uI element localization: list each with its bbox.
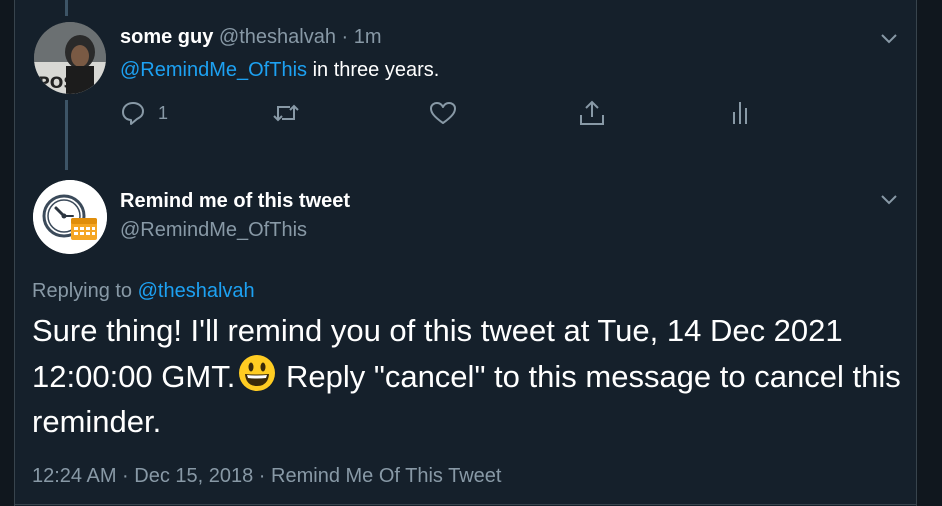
divider — [15, 504, 916, 505]
tweet1-mention[interactable]: @RemindMe_OfThis — [120, 59, 307, 81]
tweet1-time[interactable]: 1m — [354, 26, 382, 48]
tweet2-handle[interactable]: @RemindMe_OfThis — [120, 219, 307, 242]
reply-count: 1 — [158, 102, 169, 123]
tweet1-handle[interactable]: @theshalvah — [219, 26, 336, 48]
timeline-column: POS some guy @theshalvah · 1m @RemindMe_… — [14, 0, 917, 506]
avatar-remind-me-bot[interactable] — [33, 180, 107, 254]
share-icon — [580, 100, 604, 125]
reply-icon — [122, 102, 144, 125]
chevron-down-icon[interactable] — [878, 188, 900, 210]
tweet1-text: @RemindMe_OfThis in three years. — [120, 59, 439, 82]
thread-connector-top — [65, 0, 68, 16]
replying-to: Replying to @theshalvah — [32, 280, 255, 303]
tweet2-timestamp[interactable]: 12:24 AM · Dec 15, 2018 · Remind Me Of T… — [32, 465, 501, 488]
analytics-button[interactable] — [730, 98, 754, 128]
avatar-some-guy[interactable]: POS — [34, 22, 106, 94]
like-button[interactable] — [429, 98, 457, 128]
analytics-icon — [733, 102, 747, 124]
retweet-icon — [273, 104, 299, 122]
replying-label: Replying to — [32, 280, 138, 302]
retweet-button[interactable] — [272, 98, 300, 128]
replying-handle[interactable]: @theshalvah — [138, 280, 255, 302]
tweet1-separator: · — [341, 26, 349, 48]
like-icon — [430, 102, 456, 124]
tweet1-display-name[interactable]: some guy — [120, 26, 213, 48]
chevron-down-icon[interactable] — [878, 27, 900, 49]
reply-button[interactable]: 1 — [120, 98, 168, 128]
tweet2-display-name[interactable]: Remind me of this tweet — [120, 190, 350, 213]
tweet1-body-text: in three years. — [307, 59, 440, 81]
tweet1-header: some guy @theshalvah · 1m — [120, 26, 382, 49]
tweet2-text: Sure thing! I'll remind you of this twee… — [32, 308, 912, 444]
smiley-emoji — [239, 355, 276, 391]
share-button[interactable] — [578, 98, 606, 128]
thread-connector — [65, 100, 68, 170]
